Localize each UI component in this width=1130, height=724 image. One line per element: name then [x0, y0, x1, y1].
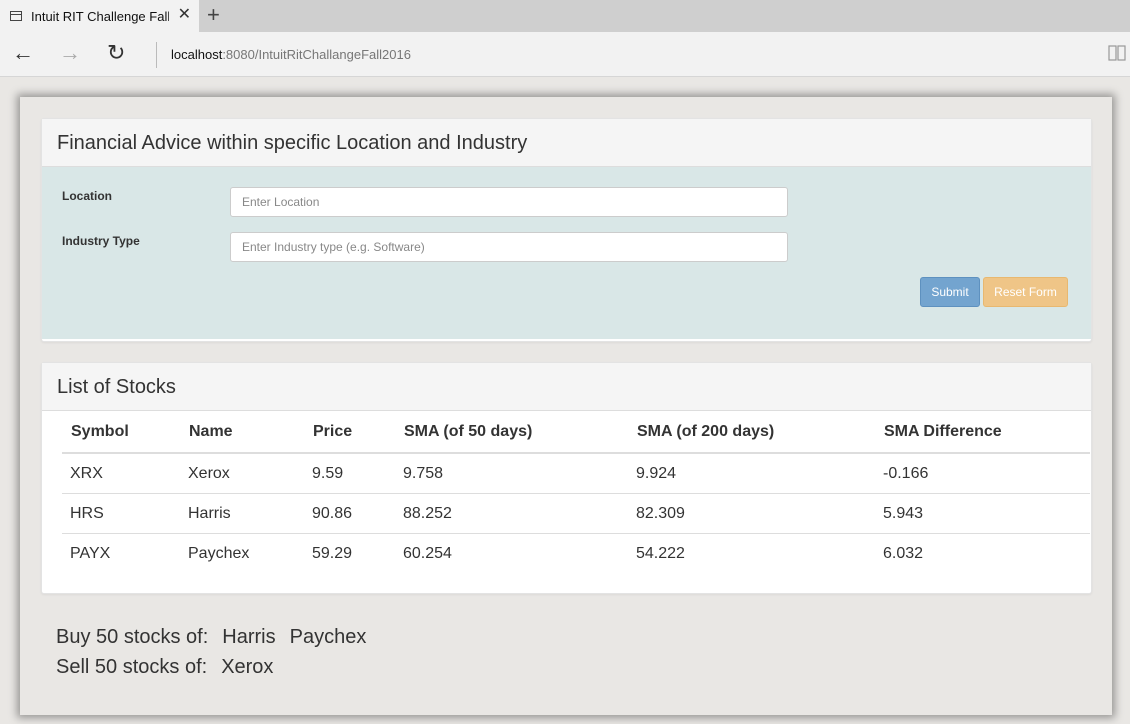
cell-sma200: 9.924: [636, 464, 677, 482]
buy-item: Paychex: [289, 626, 367, 648]
reading-view-icon[interactable]: [1108, 45, 1126, 61]
address-separator: [156, 42, 157, 68]
cell-sma-diff: 5.943: [875, 493, 1090, 534]
cell-price: 59.29: [304, 533, 395, 573]
table-row: PAYX Paychex 59.29 60.254 54.222 6.032: [62, 533, 1090, 573]
cell-sma-diff: 6.032: [875, 533, 1090, 573]
cell-sma50: 88.252: [395, 493, 628, 534]
forward-arrow-icon[interactable]: →: [59, 40, 81, 66]
column-header: Symbol: [62, 412, 180, 454]
column-header: SMA (of 50 days): [395, 412, 628, 454]
url-path: :8080/IntuitRitChallangeFall2016: [222, 47, 411, 62]
column-header: SMA Difference: [875, 412, 1090, 454]
cell-name: Xerox: [188, 464, 230, 482]
cell-sma50: 60.254: [395, 533, 628, 573]
page-icon: [10, 11, 22, 21]
address-bar[interactable]: localhost:8080/IntuitRitChallangeFall201…: [171, 47, 411, 62]
table-header-row: Symbol Name Price SMA (of 50 days) SMA (…: [62, 412, 1090, 454]
industry-input[interactable]: [230, 232, 788, 262]
sell-label: Sell 50 stocks of:: [56, 656, 208, 678]
stocks-panel: List of Stocks Symbol Name Price SMA (of…: [41, 362, 1092, 594]
browser-nav-bar: ← → ↻ localhost:8080/IntuitRitChallangeF…: [0, 32, 1130, 77]
submit-button[interactable]: Submit: [920, 277, 980, 307]
location-input[interactable]: [230, 187, 788, 217]
column-header: Name: [180, 412, 304, 454]
cell-symbol: XRX: [70, 464, 103, 482]
page-container: Financial Advice within specific Locatio…: [20, 97, 1112, 715]
buy-label: Buy 50 stocks of:: [56, 626, 209, 648]
stocks-table-wrap: Symbol Name Price SMA (of 50 days) SMA (…: [62, 412, 1090, 573]
reset-form-button[interactable]: Reset Form: [983, 277, 1068, 307]
cell-sma200: 54.222: [628, 533, 875, 573]
sell-item: Xerox: [221, 656, 274, 678]
cell-name: Harris: [180, 493, 304, 534]
url-host: localhost: [171, 47, 223, 62]
industry-label: Industry Type: [62, 234, 140, 248]
cell-symbol: PAYX: [62, 533, 180, 573]
tab-title: Intuit RIT Challenge Fall': [31, 8, 169, 24]
stocks-table: Symbol Name Price SMA (of 50 days) SMA (…: [62, 412, 1090, 573]
cell-sma-diff: -0.166: [883, 464, 929, 482]
form-body: Location Industry Type Submit Reset Form: [42, 167, 1091, 339]
form-title: Financial Advice within specific Locatio…: [42, 119, 1091, 167]
new-tab-icon[interactable]: +: [207, 4, 220, 26]
cell-sma50: 9.758: [403, 464, 444, 482]
location-label: Location: [62, 189, 112, 203]
cell-symbol: HRS: [62, 493, 180, 534]
column-header: SMA (of 200 days): [628, 412, 875, 454]
cell-name: Paychex: [180, 533, 304, 573]
reload-icon[interactable]: ↻: [107, 40, 125, 66]
close-icon[interactable]: ✕: [178, 7, 191, 23]
table-row: XRX Xerox 9.59 9.758 9.924 -0.166: [62, 453, 1090, 494]
cell-price: 9.59: [312, 464, 344, 482]
back-arrow-icon[interactable]: ←: [12, 40, 34, 66]
browser-tab-bar: Intuit RIT Challenge Fall' ✕ +: [0, 0, 1130, 32]
browser-tab[interactable]: Intuit RIT Challenge Fall' ✕: [0, 0, 199, 32]
buy-item: Harris: [222, 626, 276, 648]
cell-sma200: 82.309: [628, 493, 875, 534]
sell-advice: Sell 50 stocks of: Xerox: [56, 656, 287, 679]
table-row: HRS Harris 90.86 88.252 82.309 5.943: [62, 493, 1090, 534]
advice-form-panel: Financial Advice within specific Locatio…: [41, 118, 1092, 342]
stocks-title: List of Stocks: [42, 363, 1091, 411]
column-header: Price: [304, 412, 395, 454]
cell-price: 90.86: [304, 493, 395, 534]
buy-advice: Buy 50 stocks of: Harris Paychex: [56, 626, 380, 649]
